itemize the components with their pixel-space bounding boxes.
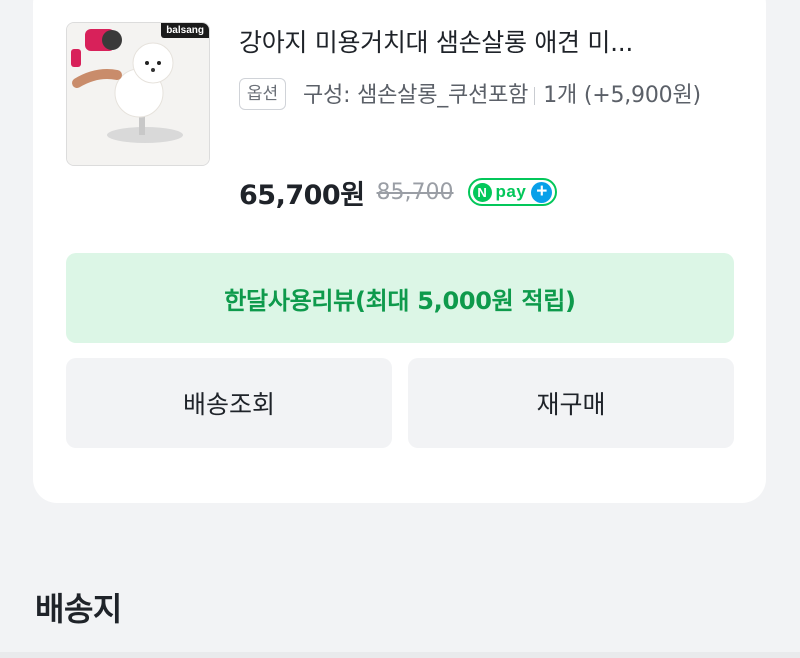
product-image: [67, 23, 209, 165]
monthly-review-button[interactable]: 한달사용리뷰(최대 5,000원 적립): [66, 253, 734, 343]
shipping-address-heading: 배송지: [35, 590, 122, 628]
option-config: 구성: 샘손살롱_쿠션포함: [303, 83, 529, 108]
option-quantity: 1개 (+5,900원): [543, 83, 701, 108]
divider: [0, 652, 800, 658]
npay-n-icon: N: [472, 182, 492, 202]
sale-price: 65,700원: [239, 179, 365, 211]
option-description: 구성: 샘손살롱_쿠션포함 1개 (+5,900원): [303, 77, 735, 115]
rebuy-button[interactable]: 재구매: [408, 358, 734, 448]
brand-tag: balsang: [161, 23, 209, 38]
npay-pay-label: pay: [495, 182, 527, 201]
npay-plus-badge: N pay +: [467, 178, 558, 206]
product-thumbnail[interactable]: balsang: [66, 22, 210, 166]
product-title[interactable]: 강아지 미용거치대 샘손살롱 애견 미...: [239, 25, 729, 61]
option-separator: [534, 87, 536, 105]
original-price: 85,700: [376, 179, 454, 205]
option-badge: 옵션: [239, 78, 286, 110]
price-row: 65,700원 85,700 N pay +: [239, 170, 558, 214]
plus-icon: +: [531, 181, 553, 203]
track-shipping-button[interactable]: 배송조회: [66, 358, 392, 448]
